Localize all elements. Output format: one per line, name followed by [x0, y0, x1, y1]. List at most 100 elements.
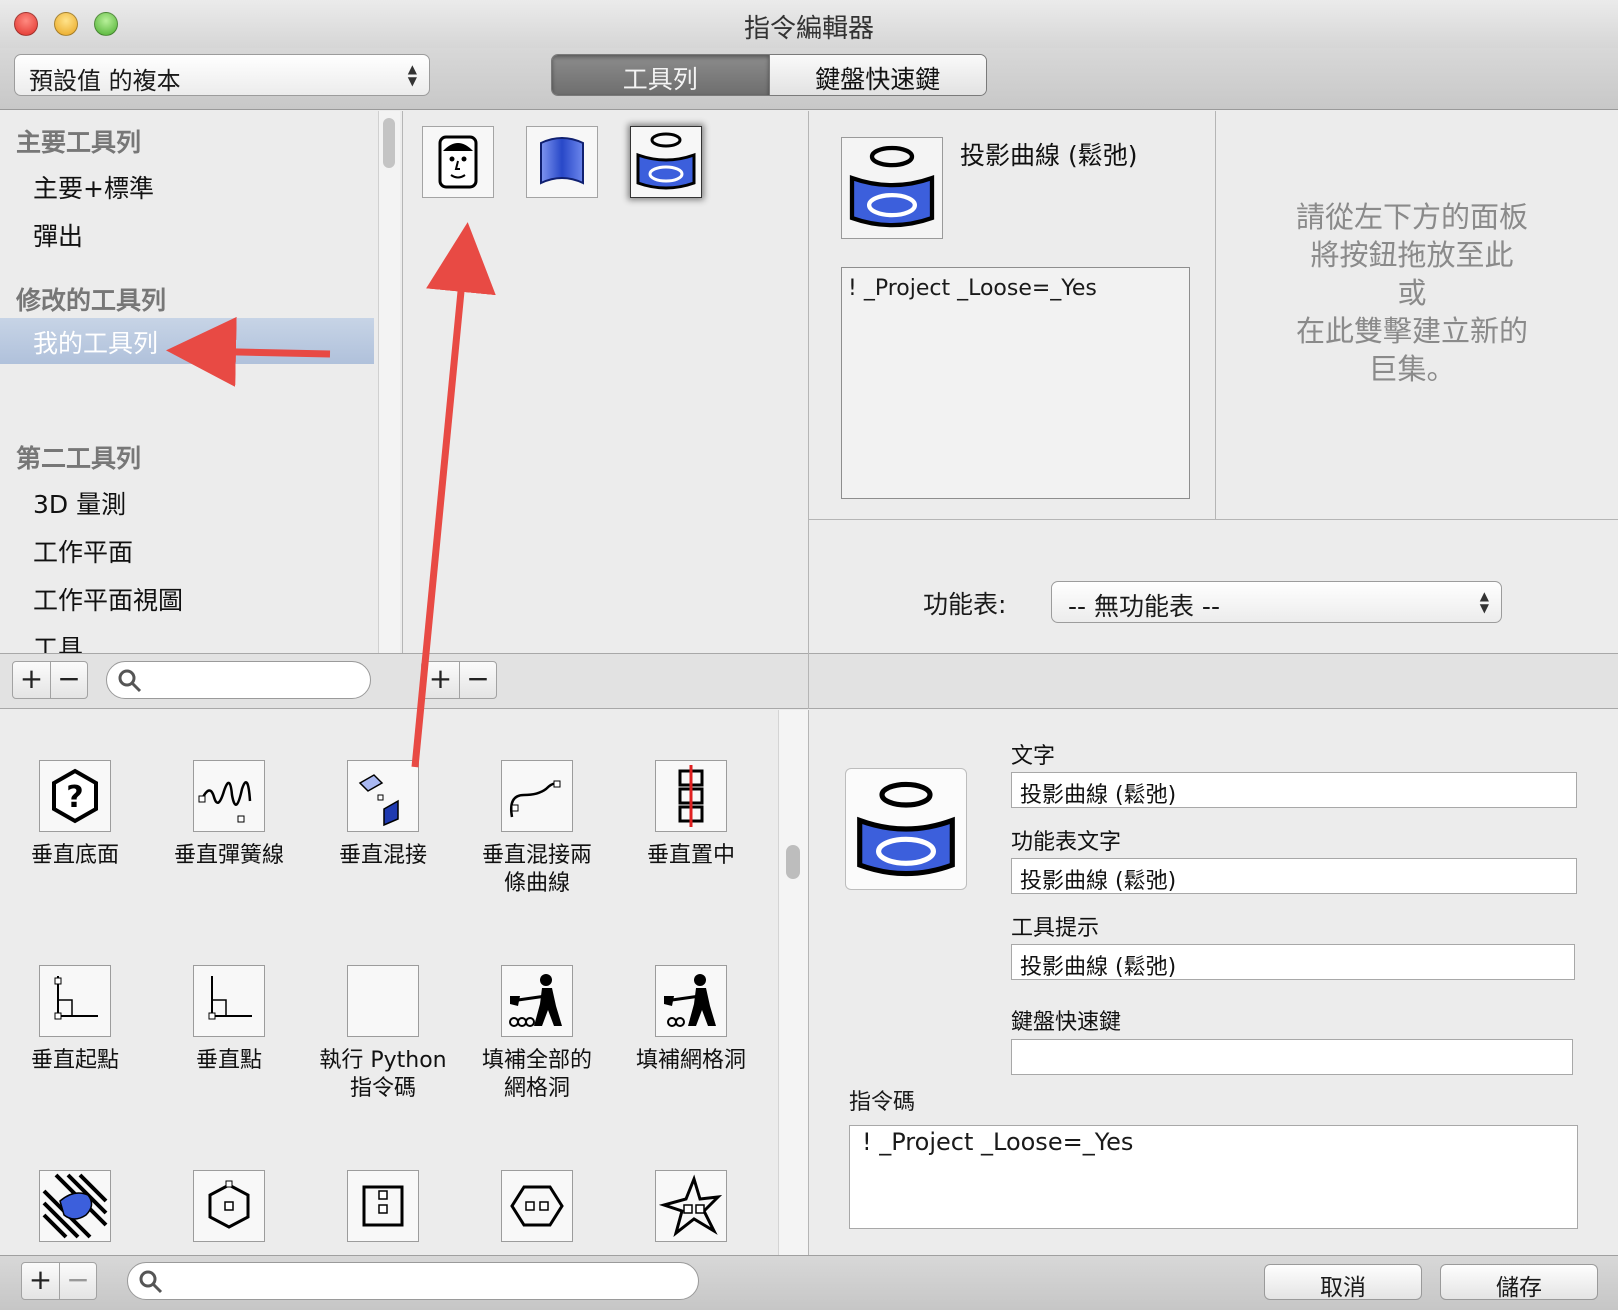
toolbar-button-face[interactable] — [422, 126, 494, 198]
library-item[interactable]: 執行 Python 指令碼 — [308, 965, 458, 1103]
shortcut-label: 鍵盤快速鍵 — [1011, 1010, 1122, 1035]
text-field[interactable]: 投影曲線 (鬆弛) — [1011, 772, 1577, 808]
library-item-label: 填補網格洞 — [635, 1048, 746, 1073]
sidebar-item-cplane-view[interactable]: 工作平面視圖 — [0, 575, 374, 621]
preset-select-value: 預設值 的複本 — [29, 67, 181, 95]
command-library: ? 垂直底面 垂直彈簧線 垂直混接 垂直混接兩 條曲線 垂直置中 垂直起點 垂直… — [0, 710, 808, 1255]
menu-text-label: 功能表文字 — [1011, 830, 1122, 855]
sidebar-item-main-standard[interactable]: 主要+標準 — [0, 163, 374, 209]
library-item-label: 垂直彈簧線 — [173, 843, 284, 868]
library-scrollbar[interactable] — [778, 710, 808, 1255]
perp-point-icon — [208, 976, 252, 1020]
add-button-button[interactable]: + — [422, 662, 459, 698]
sidebar-add-remove: + − — [12, 661, 88, 699]
blend-surface-icon — [358, 774, 399, 827]
hexagon-question-icon: ? — [52, 768, 98, 824]
library-item-label: 垂直混接兩 條曲線 — [481, 843, 592, 896]
preset-select[interactable]: 預設值 的複本 ▲ ▼ — [14, 54, 430, 96]
perp-start-icon — [54, 976, 98, 1020]
library-item[interactable]: 垂直彈簧線 — [154, 760, 304, 870]
star-points-icon — [658, 1174, 723, 1237]
library-item[interactable] — [616, 1170, 766, 1252]
macro-preview[interactable]: ! _Project _Loose=_Yes — [841, 267, 1190, 499]
drop-hint: 請從左下方的面板 將按鈕拖放至此 或 在此雙擊建立新的 巨集。 — [1217, 198, 1607, 388]
hint-line: 巨集。 — [1368, 352, 1456, 386]
divider — [808, 710, 809, 1255]
blank-icon — [347, 965, 419, 1037]
library-item[interactable] — [462, 1170, 612, 1252]
button-add-remove: + − — [421, 661, 497, 699]
library-item-label: 執行 Python 指令碼 — [319, 1048, 447, 1101]
remove-toolbar-button[interactable]: − — [50, 662, 87, 698]
hexagon-point-icon — [208, 1180, 250, 1229]
library-item[interactable]: 垂直混接 — [308, 760, 458, 870]
library-item[interactable]: 垂直點 — [154, 965, 304, 1075]
add-command-button[interactable]: + — [22, 1263, 59, 1299]
window-title: 指令編輯器 — [743, 14, 874, 44]
sidebar-item-tools[interactable]: 工具 — [0, 623, 374, 653]
project-curve-icon — [849, 145, 935, 228]
shovel-man-icon — [664, 974, 716, 1027]
sidebar-scroll-thumb[interactable] — [383, 118, 395, 168]
library-item[interactable]: 垂直混接兩 條曲線 — [462, 760, 612, 898]
shortcut-field[interactable] — [1011, 1039, 1573, 1075]
divider — [808, 111, 809, 709]
tooltip-field[interactable]: 投影曲線 (鬆弛) — [1011, 944, 1575, 980]
save-button[interactable]: 儲存 — [1440, 1264, 1598, 1301]
library-item[interactable]: 填補網格洞 — [616, 965, 766, 1075]
hexagon-points-icon — [510, 1185, 564, 1227]
face-icon — [438, 135, 478, 189]
updown-arrows-icon: ▲ ▼ — [407, 62, 417, 88]
sidebar-group-main: 主要工具列 — [16, 128, 142, 157]
library-item[interactable]: 填補全部的 網格洞 — [462, 965, 612, 1103]
divider — [809, 519, 1618, 520]
blue-surface-icon — [540, 137, 584, 185]
sidebar-group-modified: 修改的工具列 — [16, 286, 167, 315]
toolbar-button-project-curve[interactable] — [630, 126, 702, 198]
toolbar-search-input[interactable] — [106, 661, 371, 699]
hint-line: 在此雙擊建立新的 — [1295, 314, 1528, 348]
library-item[interactable] — [154, 1170, 304, 1252]
command-preview-icon — [841, 137, 943, 239]
hint-line: 或 — [1397, 276, 1427, 310]
sidebar-item-popup[interactable]: 彈出 — [0, 211, 374, 257]
menu-text-field[interactable]: 投影曲線 (鬆弛) — [1011, 858, 1577, 894]
library-search-input[interactable] — [127, 1262, 699, 1300]
spring-curve-icon — [198, 781, 252, 823]
library-scroll-thumb[interactable] — [786, 845, 800, 879]
sidebar-item-3d-measure[interactable]: 3D 量測 — [0, 479, 374, 525]
tooltip-label: 工具提示 — [1011, 916, 1100, 941]
library-item-label: 垂直起點 — [30, 1048, 119, 1073]
divider — [1215, 111, 1216, 519]
blend-curves-icon — [510, 780, 561, 818]
cancel-button[interactable]: 取消 — [1264, 1264, 1422, 1301]
text-label: 文字 — [1011, 744, 1056, 769]
hint-line: 請從左下方的面板 — [1295, 200, 1528, 234]
sidebar-item-cplane[interactable]: 工作平面 — [0, 527, 374, 573]
title-bar: 指令編輯器 — [0, 0, 1618, 48]
project-curve-icon — [636, 132, 696, 190]
sidebar-scrollbar[interactable] — [378, 111, 400, 653]
code-field[interactable]: ! _Project _Loose=_Yes — [849, 1125, 1578, 1229]
library-item[interactable]: 垂直起點 — [0, 965, 150, 1075]
sidebar-item-my-toolbar[interactable]: 我的工具列 — [0, 318, 374, 364]
command-name: 投影曲線 (鬆弛) — [960, 141, 1138, 170]
menu-select[interactable]: -- 無功能表 -- ▲ ▼ — [1051, 581, 1502, 623]
library-item[interactable] — [0, 1170, 150, 1252]
library-item[interactable]: ? 垂直底面 — [0, 760, 150, 870]
remove-button-button[interactable]: − — [459, 662, 496, 698]
library-item-label: 垂直底面 — [30, 843, 119, 868]
library-item[interactable] — [308, 1170, 458, 1252]
add-toolbar-button[interactable]: + — [13, 662, 50, 698]
library-item-label: 垂直置中 — [646, 843, 735, 868]
tab-keyboard-shortcuts[interactable]: 鍵盤快速鍵 — [768, 55, 986, 95]
remove-command-button[interactable]: − — [59, 1263, 96, 1299]
library-item[interactable]: 垂直置中 — [616, 760, 766, 870]
editor-button-icon[interactable] — [845, 768, 967, 890]
search-icon — [118, 669, 142, 693]
toolbar-button-surface[interactable] — [526, 126, 598, 198]
tab-toolbars[interactable]: 工具列 — [552, 55, 769, 95]
sidebar-group-secondary: 第二工具列 — [16, 444, 142, 473]
svg-text:?: ? — [66, 780, 83, 815]
top-toolbar: 預設值 的複本 ▲ ▼ 工具列 鍵盤快速鍵 — [0, 48, 1618, 110]
